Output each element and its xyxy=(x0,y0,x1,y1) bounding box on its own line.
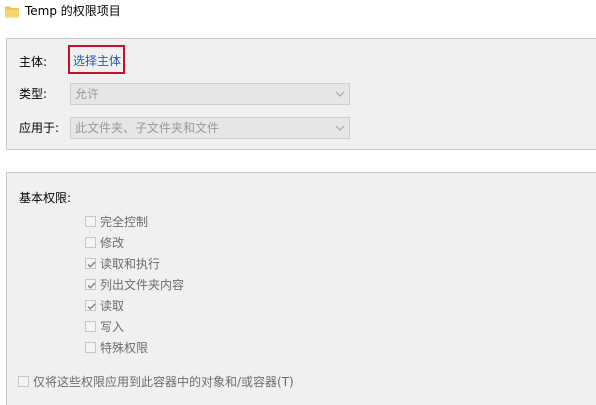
type-dropdown[interactable]: 允许 xyxy=(70,83,350,105)
checkbox[interactable] xyxy=(85,237,96,248)
type-value: 允许 xyxy=(75,87,100,101)
window-title: Temp 的权限项目 xyxy=(25,4,121,18)
basic-permissions-heading: 基本权限: xyxy=(19,191,72,205)
checkmark-icon xyxy=(87,282,96,289)
permission-label: 读取 xyxy=(100,299,125,313)
principal-label: 主体: xyxy=(19,55,48,69)
inherit-checkbox[interactable] xyxy=(18,376,29,387)
type-label: 类型: xyxy=(19,87,48,101)
checkbox[interactable] xyxy=(85,216,96,227)
permission-label: 列出文件夹内容 xyxy=(100,278,185,292)
permission-label: 修改 xyxy=(100,236,125,250)
checkmark-icon xyxy=(87,303,96,310)
permission-label: 写入 xyxy=(100,320,125,334)
folder-icon xyxy=(5,5,19,18)
permission-label: 特殊权限 xyxy=(100,341,149,355)
checkbox[interactable] xyxy=(85,300,96,311)
permission-label: 读取和执行 xyxy=(100,257,161,271)
applies-to-label: 应用于: xyxy=(19,121,60,135)
applies-to-value: 此文件夹、子文件夹和文件 xyxy=(75,121,220,135)
title-bar: Temp 的权限项目 xyxy=(0,0,596,26)
checkbox[interactable] xyxy=(85,321,96,332)
inherit-option-label: 仅将这些权限应用到此容器中的对象和/或容器(T) xyxy=(33,375,294,389)
chevron-down-icon xyxy=(334,88,346,100)
checkbox[interactable] xyxy=(85,342,96,353)
chevron-down-icon xyxy=(334,122,346,134)
select-principal-link[interactable]: 选择主体 xyxy=(73,53,121,69)
permission-label: 完全控制 xyxy=(100,215,149,229)
applies-to-dropdown[interactable]: 此文件夹、子文件夹和文件 xyxy=(70,117,350,139)
checkbox[interactable] xyxy=(85,258,96,269)
checkmark-icon xyxy=(87,261,96,268)
checkbox[interactable] xyxy=(85,279,96,290)
